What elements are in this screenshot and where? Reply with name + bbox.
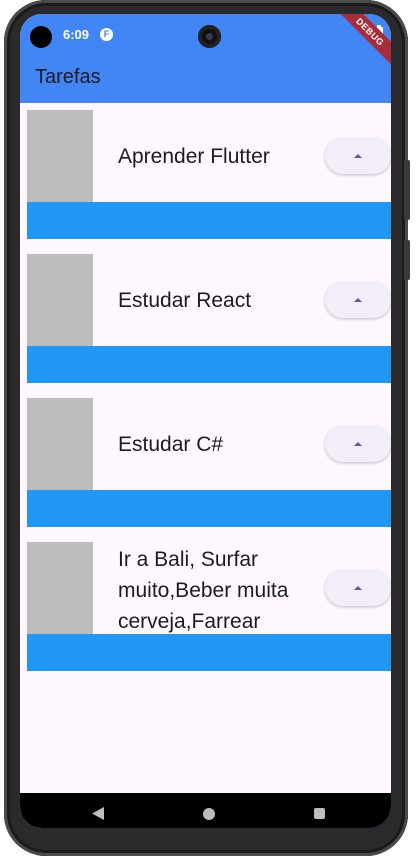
nav-home-icon[interactable] [203,808,215,820]
task-name: Aprender Flutter [118,144,270,168]
page-title: Tarefas [35,66,101,88]
vote-up-button[interactable] [325,282,391,318]
task-item: Estudar C# [27,398,391,542]
debug-banner: DEBUG [329,14,391,73]
task-item: Estudar React [27,254,391,398]
task-list: Aprender Flutter Estudar React Estudar C… [27,110,391,686]
task-name: Ir a Bali, Surfar muito,Beber muita cerv… [118,548,289,633]
task-image-placeholder [27,542,93,634]
task-image-placeholder [27,110,93,202]
task-name: Estudar C# [118,432,224,456]
phone-screen: 6:09 F DEBUG Tarefas Aprender Flutter Es… [20,14,391,828]
task-bar [27,634,391,671]
nav-recent-icon[interactable] [314,808,325,819]
camera-cutout [30,26,52,48]
arrow-drop-up-icon [354,586,362,590]
task-image-placeholder [27,398,93,490]
task-bar [27,490,391,527]
front-camera [198,25,221,48]
vote-up-button[interactable] [325,138,391,174]
system-navigation-bar [20,793,391,828]
status-time: 6:09 [63,27,90,42]
task-image-placeholder [27,254,93,346]
nav-back-icon[interactable] [92,807,104,825]
vote-up-button[interactable] [325,426,391,462]
task-bar [27,346,391,383]
flutter-notification-icon: F [100,28,113,41]
task-name: Estudar React [118,288,252,312]
task-item: Aprender Flutter [27,110,391,254]
app-bar: 6:09 F DEBUG Tarefas [20,14,391,103]
phone-frame: 6:09 F DEBUG Tarefas Aprender Flutter Es… [4,0,410,856]
task-bar [27,202,391,239]
task-item: Ir a Bali, Surfar muito,Beber muita cerv… [27,542,391,686]
power-button [404,240,410,280]
vote-up-button[interactable] [325,570,391,606]
arrow-drop-up-icon [354,442,362,446]
arrow-drop-up-icon [354,298,362,302]
arrow-drop-up-icon [354,154,362,158]
volume-button [404,160,410,220]
